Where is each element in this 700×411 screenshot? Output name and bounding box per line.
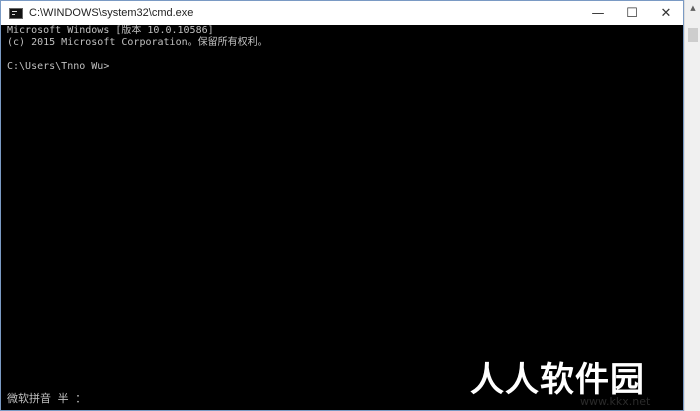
title-bar[interactable]: C:\WINDOWS\system32\cmd.exe — ☐ ✕ — [1, 1, 683, 25]
watermark-url: www.kkx.net — [580, 395, 651, 408]
watermark-text: 人人软件园 — [470, 360, 645, 400]
watermark-logo: 人人软件园 www.kkx.net — [470, 352, 700, 411]
scroll-thumb[interactable] — [688, 28, 698, 42]
ime-status-bar: 微软拼音 半 ： — [7, 392, 87, 405]
vertical-scrollbar[interactable]: ▲ — [684, 0, 700, 411]
maximize-button[interactable]: ☐ — [615, 1, 649, 25]
console-line: (c) 2015 Microsoft Corporation。保留所有权利。 — [7, 37, 268, 48]
command-prompt[interactable]: C:\Users\Tnno Wu> — [7, 61, 677, 73]
console-line: Microsoft Windows [版本 10.0.10586] — [7, 25, 214, 36]
close-button[interactable]: ✕ — [649, 1, 683, 25]
cmd-app-icon[interactable] — [9, 7, 23, 19]
cmd-window: C:\WINDOWS\system32\cmd.exe — ☐ ✕ Micros… — [0, 0, 684, 411]
scroll-up-icon[interactable]: ▲ — [685, 0, 700, 16]
window-title: C:\WINDOWS\system32\cmd.exe — [29, 7, 194, 19]
minimize-button[interactable]: — — [581, 1, 615, 25]
